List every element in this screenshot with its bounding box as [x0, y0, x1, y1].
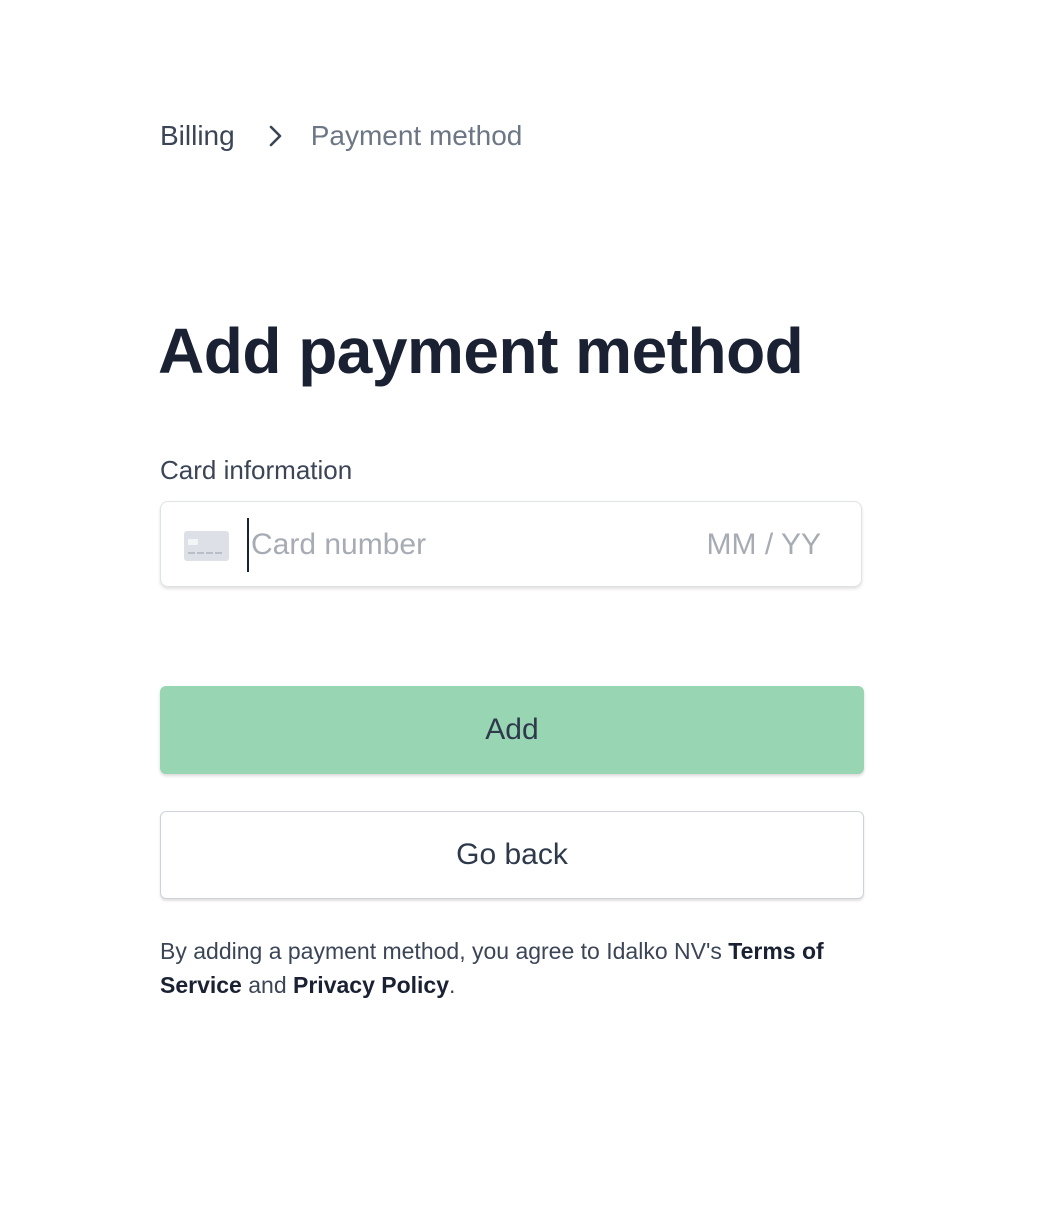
- card-information-label: Card information: [160, 455, 353, 485]
- go-back-button[interactable]: Go back: [160, 811, 864, 899]
- card-information-field: [160, 501, 862, 587]
- card-number-input[interactable]: [247, 518, 671, 572]
- breadcrumb-billing-link[interactable]: Billing: [160, 120, 235, 152]
- breadcrumb: Billing Payment method: [160, 118, 522, 154]
- legal-notice: By adding a payment method, you agree to…: [160, 934, 870, 1002]
- privacy-policy-link[interactable]: Privacy Policy: [293, 972, 449, 998]
- legal-prefix: By adding a payment method, you agree to…: [160, 938, 729, 964]
- legal-suffix: .: [449, 972, 456, 998]
- card-expiry-input[interactable]: [661, 518, 821, 572]
- chevron-right-icon: [269, 125, 282, 147]
- legal-middle: and: [241, 972, 294, 998]
- credit-card-icon: [184, 531, 229, 561]
- page-title: Add payment method: [158, 315, 804, 387]
- add-button[interactable]: Add: [160, 686, 864, 774]
- breadcrumb-current: Payment method: [310, 120, 523, 151]
